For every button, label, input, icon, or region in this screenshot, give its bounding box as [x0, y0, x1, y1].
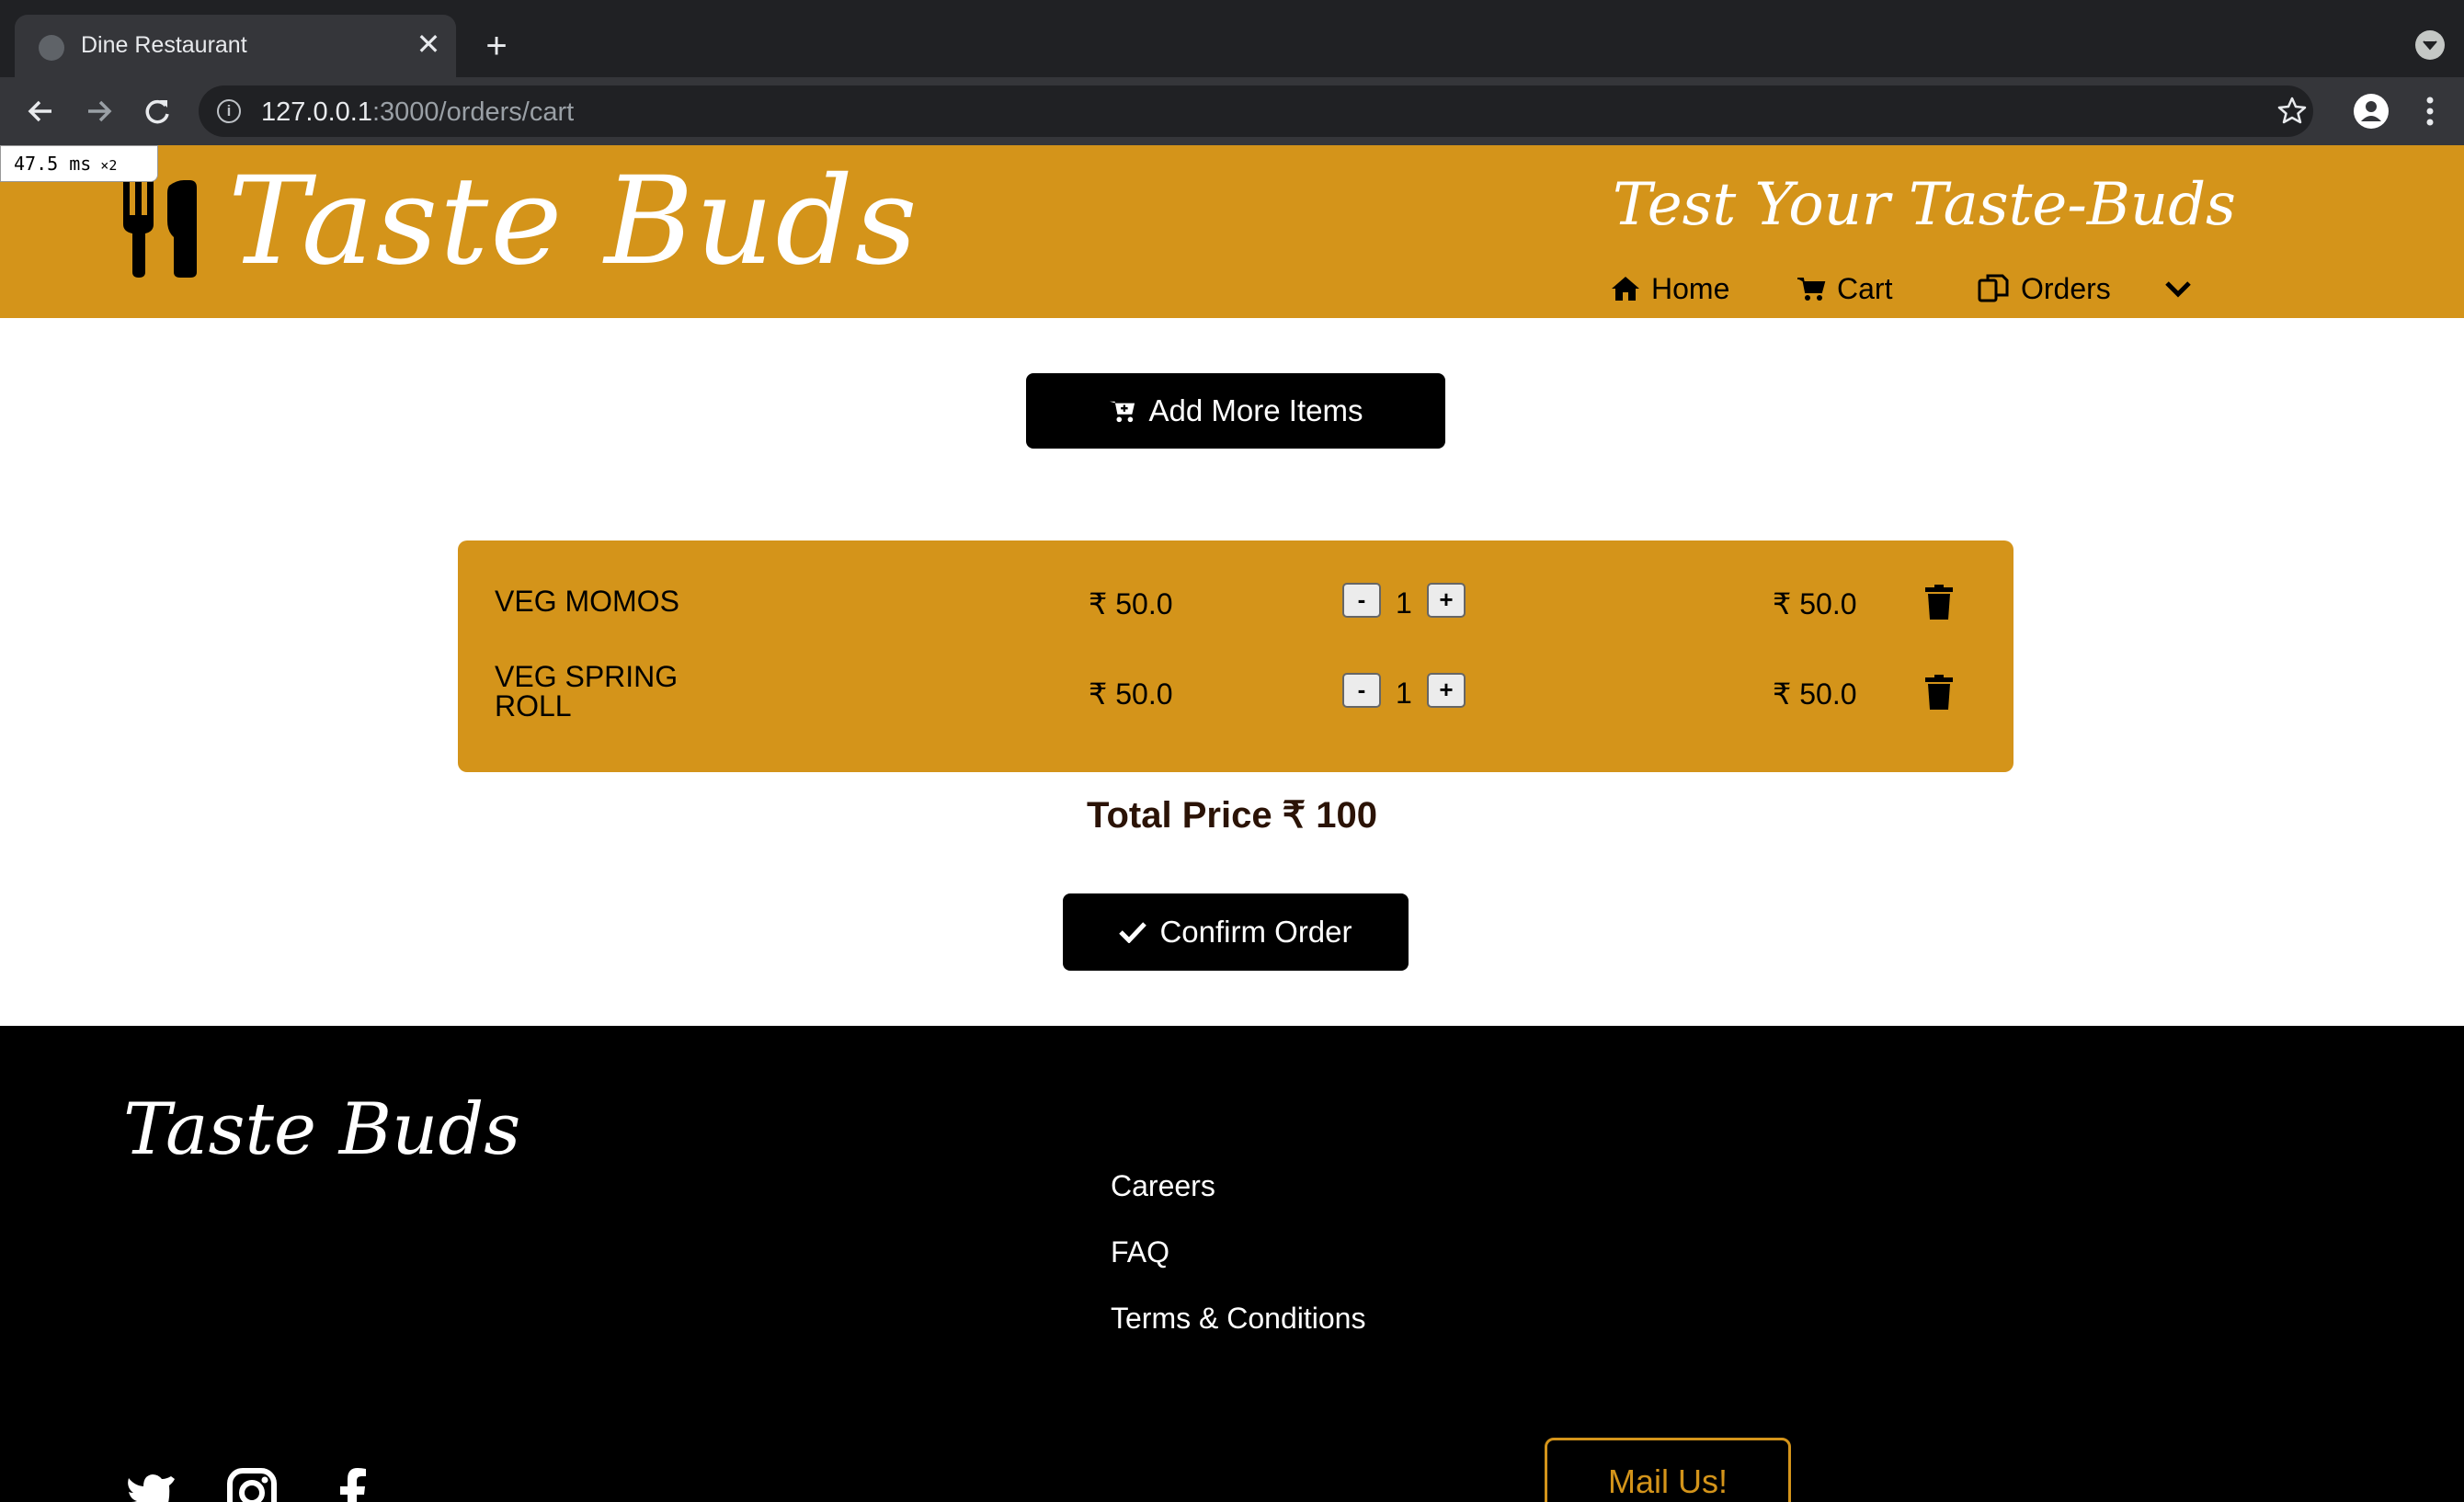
back-button[interactable] [20, 90, 63, 132]
cart-item-name: VEG SPRING ROLL [495, 660, 679, 723]
cart-row: VEG SPRING ROLL ₹ 50.0 - 1 + ₹ 50.0 [458, 649, 2013, 732]
address-bar[interactable]: i 127.0.0.1:3000/orders/cart [199, 85, 2313, 137]
orders-icon [1978, 274, 2009, 302]
instagram-icon[interactable] [226, 1467, 278, 1502]
url-text: 127.0.0.1:3000/orders/cart [261, 97, 575, 127]
decrease-quantity-button[interactable]: - [1342, 673, 1381, 708]
info-icon[interactable]: i [217, 99, 241, 123]
browser-tab[interactable]: Dine Restaurant ✕ [15, 15, 456, 77]
cart-icon [1797, 278, 1826, 301]
cart-item-price: ₹ 50.0 [1089, 587, 1173, 620]
increase-quantity-button[interactable]: + [1427, 673, 1466, 708]
footer-link-terms[interactable]: Terms & Conditions [1111, 1302, 1365, 1336]
cart-items-panel: VEG MOMOS ₹ 50.0 - 1 + ₹ 50.0 VEG SPRING… [458, 540, 2013, 772]
trash-icon[interactable] [1925, 585, 1953, 620]
cart-item-subtotal: ₹ 50.0 [1773, 587, 1857, 620]
arrow-right-icon [88, 100, 112, 122]
nav-home-link[interactable]: Home [1611, 270, 1729, 307]
chevron-down-icon [2423, 40, 2437, 51]
reload-button[interactable] [136, 90, 178, 132]
close-tab-icon[interactable]: ✕ [410, 26, 447, 63]
bookmark-star-icon[interactable] [2276, 95, 2308, 126]
cart-row: VEG MOMOS ₹ 50.0 - 1 + ₹ 50.0 [458, 559, 2013, 642]
cart-item-name: VEG MOMOS [495, 585, 679, 618]
total-price: Total Price ₹ 100 [1087, 795, 1377, 836]
add-more-items-button[interactable]: Add More Items [1026, 373, 1445, 449]
orders-dropdown-toggle[interactable] [2164, 270, 2203, 307]
profile-avatar-icon[interactable] [2354, 94, 2389, 129]
nav-orders-label: Orders [2021, 271, 2111, 305]
browser-menu-icon[interactable] [2416, 94, 2444, 129]
footer-link-careers[interactable]: Careers [1111, 1169, 1215, 1203]
new-tab-button[interactable]: + [476, 26, 517, 66]
footer-link-faq[interactable]: FAQ [1111, 1235, 1169, 1269]
arrow-left-icon [28, 100, 51, 122]
confirm-order-button[interactable]: Confirm Order [1063, 893, 1409, 971]
cart-item-quantity: 1 [1396, 677, 1412, 710]
nav-cart-label: Cart [1837, 271, 1893, 305]
mail-us-button[interactable]: Mail Us! [1545, 1438, 1791, 1502]
site-logo[interactable]: Taste Buds [228, 151, 919, 292]
check-icon [1119, 922, 1147, 943]
increase-quantity-button[interactable]: + [1427, 583, 1466, 618]
nav-home-label: Home [1651, 271, 1730, 305]
facebook-icon[interactable] [327, 1467, 379, 1502]
utensils-icon [123, 180, 197, 278]
add-more-items-label: Add More Items [1148, 393, 1363, 427]
cart-plus-icon [1109, 401, 1135, 423]
forward-button[interactable] [77, 90, 120, 132]
twitter-icon[interactable] [123, 1467, 175, 1502]
cart-item-quantity: 1 [1396, 586, 1412, 620]
decrease-quantity-button[interactable]: - [1342, 583, 1381, 618]
browser-toolbar: i 127.0.0.1:3000/orders/cart [0, 77, 2464, 145]
reload-icon [145, 99, 169, 124]
browser-tab-bar: Dine Restaurant ✕ + [0, 0, 2464, 77]
globe-icon [39, 35, 64, 61]
home-icon [1612, 277, 1639, 301]
cart-item-subtotal: ₹ 50.0 [1773, 677, 1857, 711]
footer-logo: Taste Buds [123, 1088, 521, 1171]
nav-cart-link[interactable]: Cart [1797, 270, 1892, 307]
cart-item-price: ₹ 50.0 [1089, 677, 1173, 711]
chevron-down-icon [2165, 281, 2191, 298]
tab-search-button[interactable] [2415, 30, 2445, 60]
tab-title: Dine Restaurant [81, 32, 247, 58]
performance-badge: 47.5 ms ×2 [0, 145, 158, 182]
confirm-order-label: Confirm Order [1159, 915, 1352, 949]
trash-icon[interactable] [1925, 675, 1953, 710]
nav-orders-link[interactable]: Orders [1977, 270, 2111, 307]
site-tagline: Test Your Taste-Buds [1613, 171, 2236, 239]
